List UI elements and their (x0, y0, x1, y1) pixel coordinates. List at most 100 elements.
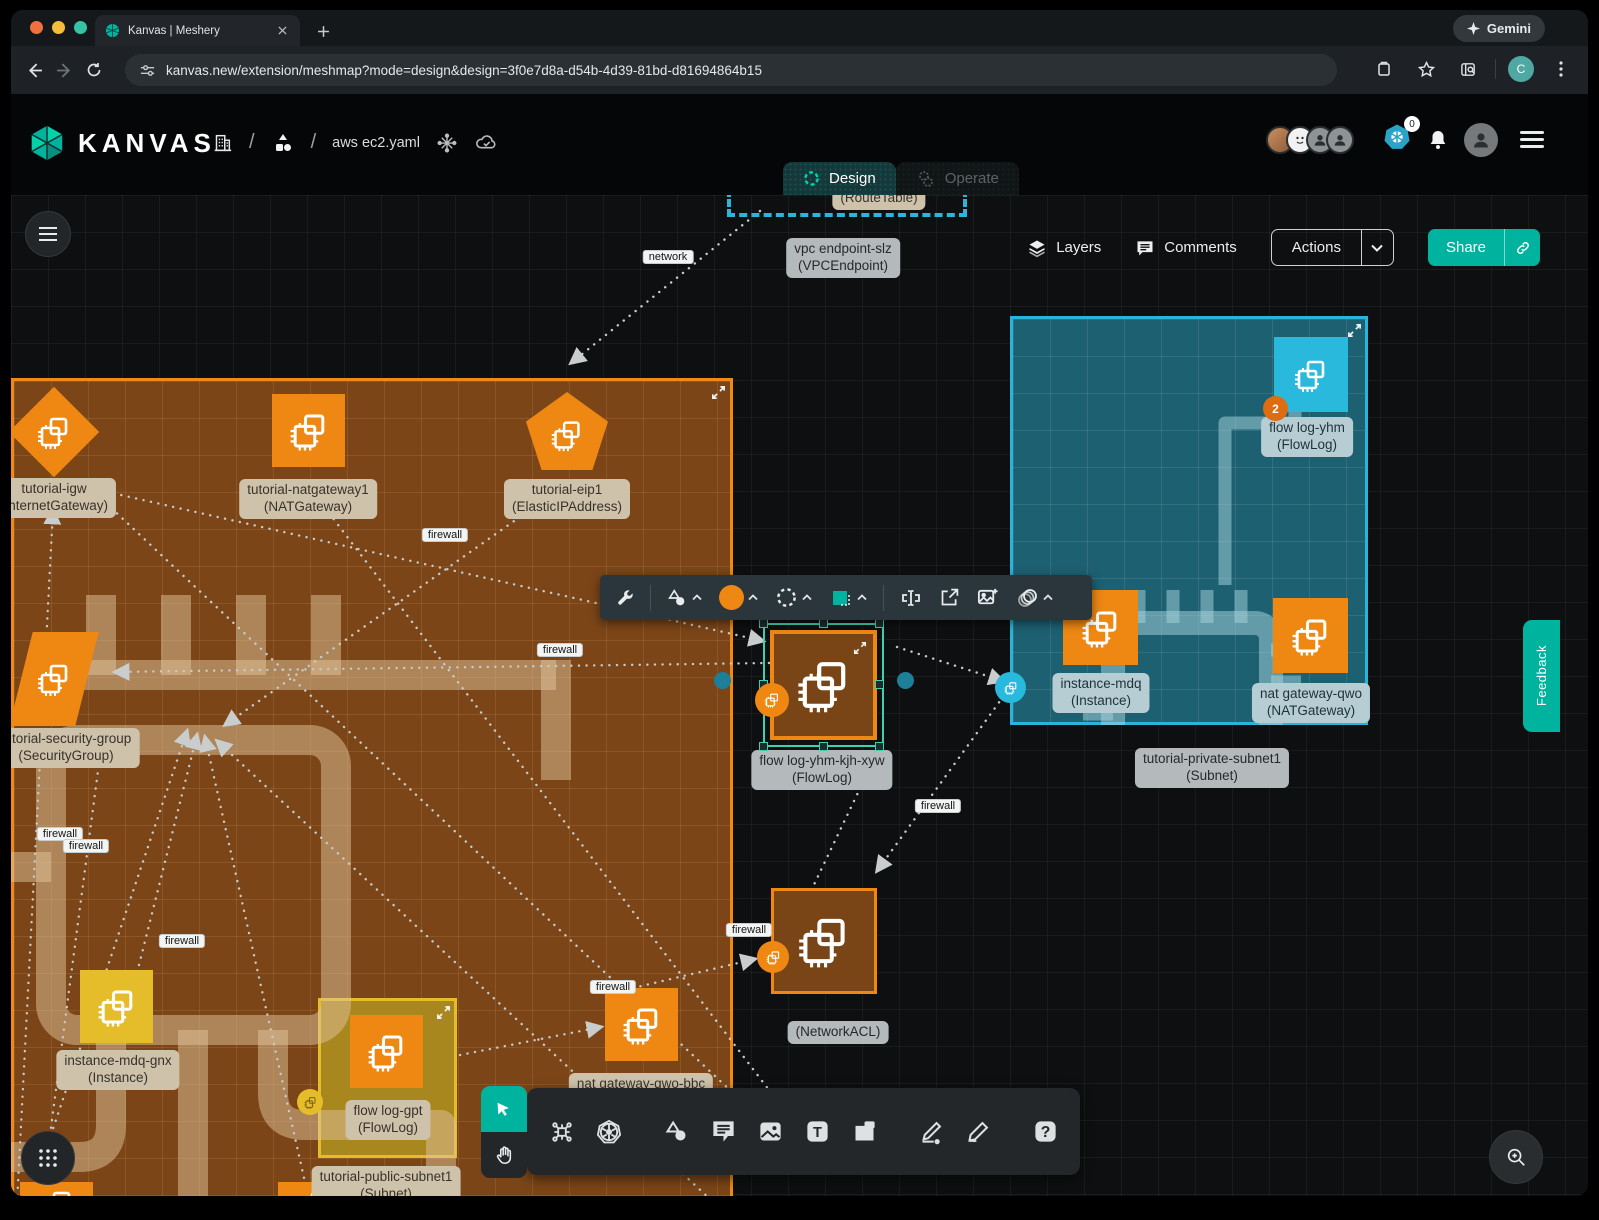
freehand-draw-tool[interactable] (965, 1112, 992, 1152)
comment-tool[interactable] (710, 1112, 737, 1152)
actions-dropdown-caret[interactable] (1361, 230, 1393, 265)
design-canvas[interactable]: (RouteTable) vpc endpoint-slz(VPCEndpoin… (11, 195, 1588, 1196)
reload-button[interactable] (79, 55, 109, 85)
edge-label-network[interactable]: network (643, 250, 694, 264)
node-label-flowlog-yhm[interactable]: flow log-yhm(FlowLog) (1261, 417, 1353, 457)
node-label-vpc-endpoint[interactable]: vpc endpoint-slz(VPCEndpoint) (786, 238, 900, 278)
shapes-menu-icon[interactable] (661, 581, 708, 615)
kanvas-logo[interactable]: KANVAS (28, 124, 216, 162)
apps-grid-button[interactable] (21, 1131, 75, 1185)
node-label-natgateway1[interactable]: tutorial-natgateway1(NATGateway) (239, 479, 377, 519)
text-tool[interactable]: T (804, 1112, 831, 1152)
kubernetes-context-switcher[interactable]: 0 (1382, 122, 1412, 157)
copy-link-icon[interactable] (1504, 229, 1540, 266)
node-label-security-group[interactable]: tutorial-security-group(SecurityGroup) (11, 728, 139, 768)
url-bar[interactable]: kanvas.new/extension/meshmap?mode=design… (125, 54, 1337, 86)
tab-close-icon[interactable] (274, 23, 290, 39)
design-file-name[interactable]: aws ec2.yaml (332, 135, 420, 151)
edge-label-firewall[interactable]: firewall (63, 839, 109, 853)
line-tool[interactable] (918, 1112, 945, 1152)
minimize-window-button[interactable] (52, 21, 65, 34)
forward-button[interactable] (49, 55, 79, 85)
image-tool[interactable] (757, 1112, 784, 1152)
node-label-private-subnet[interactable]: tutorial-private-subnet1(Subnet) (1135, 748, 1289, 788)
user-avatar[interactable] (1464, 123, 1498, 157)
node-natgw-bbc[interactable] (605, 988, 678, 1061)
search-tabs-icon[interactable] (1453, 54, 1483, 84)
flowlog-gpt-badge[interactable] (297, 1089, 323, 1115)
group-merge-icon[interactable] (1010, 581, 1059, 615)
node-label-flowlog-gpt[interactable]: flow log-gpt(FlowLog) (345, 1100, 430, 1140)
edge-label-firewall[interactable]: firewall (159, 934, 205, 948)
note-tool[interactable] (851, 1112, 878, 1152)
help-button[interactable]: ? (1032, 1112, 1059, 1152)
share-button[interactable]: Share (1428, 229, 1540, 266)
organization-icon[interactable] (211, 132, 233, 154)
comments-button[interactable]: Comments (1135, 238, 1237, 258)
expand-icon[interactable] (1347, 323, 1362, 338)
notifications-bell-icon[interactable] (1426, 128, 1450, 152)
flowlog-selected-badge[interactable] (755, 683, 789, 717)
node-partial-bottom-1[interactable] (20, 1182, 93, 1196)
tab-design[interactable]: Design (783, 162, 896, 195)
new-tab-button[interactable] (311, 19, 335, 43)
node-network-acl[interactable] (771, 888, 877, 994)
expand-icon[interactable] (711, 385, 726, 400)
maximize-window-button[interactable] (74, 21, 87, 34)
network-acl-badge[interactable] (757, 941, 789, 973)
bookmark-star-icon[interactable] (1411, 54, 1441, 84)
browser-profile-avatar[interactable]: C (1508, 56, 1534, 82)
gemini-button[interactable]: Gemini (1453, 15, 1545, 42)
node-label-instance-gnx[interactable]: instance-mdq-gnx(Instance) (56, 1050, 179, 1090)
border-style-icon[interactable] (770, 581, 818, 615)
collaborator-avatar[interactable] (1326, 126, 1354, 154)
open-in-new-icon[interactable] (934, 581, 965, 615)
expand-icon[interactable] (853, 641, 868, 656)
expand-icon[interactable] (436, 1005, 451, 1020)
feedback-tab[interactable]: Feedback (1523, 620, 1560, 732)
node-label-igw[interactable]: tutorial-igw(InternetGateway) (11, 478, 116, 518)
zoom-button[interactable] (1489, 1130, 1543, 1184)
pan-tool-button[interactable] (481, 1132, 527, 1178)
header-menu-icon[interactable] (1520, 131, 1544, 148)
flowlog-yhm-count-badge[interactable]: 2 (1263, 396, 1288, 421)
subnet-connection-handle[interactable] (995, 672, 1026, 703)
browser-tab[interactable]: Kanvas | Meshery (95, 15, 300, 46)
actions-button[interactable]: Actions (1271, 229, 1394, 266)
node-label-eip1[interactable]: tutorial-eip1(ElasticIPAddress) (504, 479, 630, 519)
save-page-icon[interactable] (1369, 54, 1399, 84)
canvas-menu-button[interactable] (25, 211, 71, 257)
node-label-instance-mdq[interactable]: instance-mdq(Instance) (1052, 673, 1149, 713)
browser-menu-icon[interactable] (1546, 54, 1576, 84)
layers-button[interactable]: Layers (1027, 238, 1101, 258)
site-settings-icon[interactable] (139, 62, 156, 79)
fill-color-swatch[interactable] (714, 581, 764, 615)
node-label-natgw-qwo[interactable]: nat gateway-qwo(NATGateway) (1252, 683, 1370, 723)
cloud-save-status-icon[interactable] (474, 130, 499, 155)
kubernetes-tool[interactable] (595, 1112, 623, 1152)
select-tool-button[interactable] (481, 1086, 527, 1132)
shapes-tool[interactable] (663, 1112, 690, 1152)
node-label-network-acl[interactable]: (NetworkACL) (788, 1021, 889, 1044)
edge-label-firewall[interactable]: firewall (590, 980, 636, 994)
add-image-icon[interactable] (971, 581, 1004, 615)
back-button[interactable] (19, 55, 49, 85)
designs-icon[interactable] (271, 131, 295, 155)
mesh-sync-icon[interactable] (436, 132, 458, 154)
node-natgw-qwo[interactable] (1273, 598, 1348, 673)
node-flowlog-gpt[interactable] (350, 1015, 423, 1088)
node-instance-gnx[interactable] (80, 970, 153, 1043)
close-window-button[interactable] (30, 21, 43, 34)
node-label-public-subnet[interactable]: tutorial-public-subnet1(Subnet) (312, 1166, 461, 1196)
node-natgateway1[interactable] (272, 394, 345, 467)
collaborator-avatars[interactable] (1274, 126, 1354, 154)
configure-tool-icon[interactable] (610, 581, 640, 615)
node-label-flowlog-selected[interactable]: flow log-yhm-kjh-xyw(FlowLog) (751, 750, 892, 790)
edge-label-firewall[interactable]: firewall (422, 528, 468, 542)
edge-label-firewall[interactable]: firewall (726, 923, 772, 937)
tab-operate[interactable]: Operate (896, 162, 1019, 195)
edge-label-firewall[interactable]: firewall (915, 799, 961, 813)
edge-label-firewall[interactable]: firewall (537, 643, 583, 657)
components-tool[interactable] (549, 1112, 575, 1152)
rename-icon[interactable] (894, 581, 928, 615)
